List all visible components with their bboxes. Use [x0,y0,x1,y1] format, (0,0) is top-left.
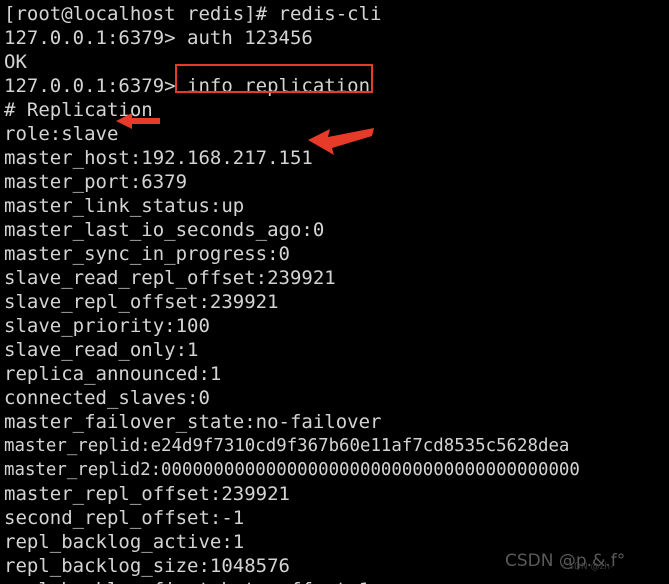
terminal-line-master-last-io-seconds-ago: master_last_io_seconds_ago:0 [4,219,325,241]
terminal-line-replica-announced: replica_announced:1 [4,363,222,385]
terminal-line-master-link-status: master_link_status:up [4,195,245,217]
terminal-line-master-failover-state: master_failover_state:no-failover [4,411,382,433]
terminal-line-repl-backlog-first-byte-offset: repl_backlog_first_byte_offset:1 [4,578,669,584]
terminal-window: [root@localhost redis]# redis-cli 127.0.… [0,0,669,584]
terminal-line-prompt-shell: [root@localhost redis]# redis-cli [4,3,382,25]
terminal-output[interactable]: [root@localhost redis]# redis-cli 127.0.… [0,0,669,584]
terminal-line-slave-read-repl-offset: slave_read_repl_offset:239921 [4,267,336,289]
csdn-watermark-sub: CSDN @zh- [562,562,614,572]
terminal-line-info-replication-command: 127.0.0.1:6379> info replication [4,75,371,97]
terminal-line-auth-response: OK [4,51,27,73]
terminal-line-slave-repl-offset: slave_repl_offset:239921 [4,291,279,313]
terminal-line-slave-read-only: slave_read_only:1 [4,339,199,361]
terminal-line-role: role:slave [4,123,119,145]
terminal-line-master-port: master_port:6379 [4,171,188,193]
terminal-line-slave-priority: slave_priority:100 [4,315,210,337]
terminal-line-connected-slaves: connected_slaves:0 [4,387,210,409]
terminal-line-second-repl-offset: second_repl_offset:-1 [4,507,245,529]
terminal-line-master-host: master_host:192.168.217.151 [4,147,313,169]
terminal-line-master-replid: master_replid:e24d9f7310cd9f367b60e11af7… [4,436,570,456]
terminal-line-master-repl-offset: master_repl_offset:239921 [4,483,290,505]
terminal-line-section-header: # Replication [4,99,153,121]
terminal-line-auth-command: 127.0.0.1:6379> auth 123456 [4,27,313,49]
terminal-line-master-sync-in-progress: master_sync_in_progress:0 [4,243,290,265]
terminal-line-master-replid2: master_replid2:0000000000000000000000000… [4,460,580,480]
